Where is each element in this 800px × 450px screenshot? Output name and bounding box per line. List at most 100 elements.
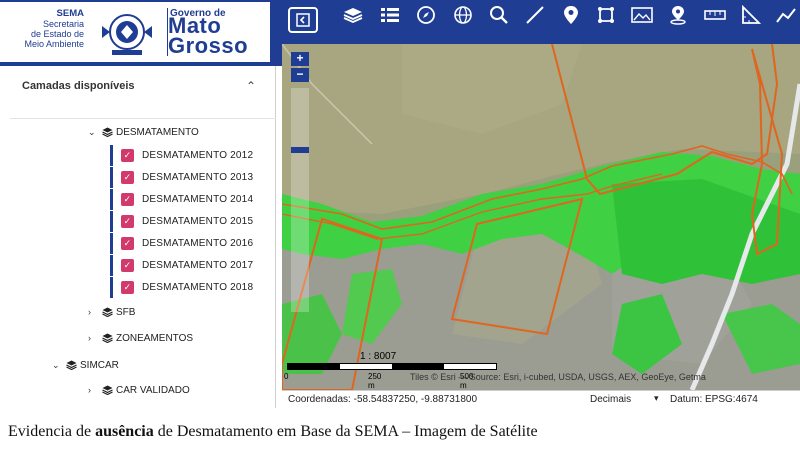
chevron-right-icon[interactable]: › bbox=[88, 385, 102, 395]
coordinates-value: -58.54837250, -9.88731800 bbox=[353, 394, 478, 405]
caret-down-icon[interactable]: ▾ bbox=[654, 393, 659, 404]
search-icon bbox=[490, 6, 508, 24]
place-marker-icon bbox=[670, 6, 686, 25]
ruler-button[interactable] bbox=[702, 0, 728, 30]
search-button[interactable] bbox=[486, 0, 512, 30]
governo-mato-grosso-logo: Governo de Mato Grosso bbox=[90, 2, 270, 62]
layer-item[interactable]: ✓ DESMATAMENTO 2018 bbox=[110, 277, 276, 298]
chart-icon bbox=[776, 8, 796, 23]
projection-select[interactable]: Decimais bbox=[590, 394, 631, 405]
scale-segment bbox=[288, 364, 340, 369]
draw-polygon-icon bbox=[598, 7, 614, 23]
layer-item[interactable]: ✓ DESMATAMENTO 2017 bbox=[110, 255, 276, 276]
sema-logo-line: Meio Ambiente bbox=[24, 39, 84, 49]
layers-icon bbox=[343, 8, 363, 23]
tree-group-label: ZONEAMENTOS bbox=[116, 332, 194, 344]
sema-logo-line: SEMA bbox=[56, 8, 84, 19]
measure-line-button[interactable] bbox=[522, 0, 548, 30]
chevron-down-icon[interactable]: ⌄ bbox=[88, 127, 102, 138]
ruler-icon bbox=[704, 10, 726, 20]
layer-item[interactable]: ✓ DESMATAMENTO 2015 bbox=[110, 211, 276, 232]
globe-icon bbox=[454, 6, 472, 24]
map-image-icon bbox=[631, 7, 653, 23]
angle-button[interactable] bbox=[738, 0, 764, 30]
sema-logo-line: Secretaria bbox=[42, 19, 84, 29]
chevron-down-icon[interactable]: ⌄ bbox=[52, 360, 66, 371]
coordinates-readout: Coordenadas: -58.54837250, -9.88731800 bbox=[288, 394, 477, 405]
layer-label: DESMATAMENTO 2013 bbox=[142, 172, 254, 183]
layer-item[interactable]: ✓ DESMATAMENTO 2013 bbox=[110, 167, 276, 188]
compass-button[interactable] bbox=[413, 0, 439, 30]
checkbox[interactable]: ✓ bbox=[121, 259, 134, 272]
logo-state-name: Mato Grosso bbox=[168, 15, 249, 58]
list-button[interactable] bbox=[377, 0, 403, 30]
draw-polygon-button[interactable] bbox=[593, 0, 619, 30]
figure-caption: Evidencia de ausência de Desmatamento em… bbox=[8, 423, 538, 441]
checkbox[interactable]: ✓ bbox=[121, 193, 134, 206]
layer-label: DESMATAMENTO 2018 bbox=[142, 282, 254, 293]
tree-group-simcar[interactable]: ⌄ SIMCAR bbox=[52, 356, 119, 374]
scale-tick: 250 m bbox=[368, 372, 382, 390]
measure-line-icon bbox=[526, 6, 544, 24]
location-pin-icon bbox=[564, 6, 578, 24]
satellite-map[interactable] bbox=[282, 44, 800, 390]
layers-icon bbox=[102, 306, 116, 318]
checkbox[interactable]: ✓ bbox=[121, 237, 134, 250]
scale-ratio: 1 : 8007 bbox=[360, 351, 397, 362]
layers-icon bbox=[102, 384, 116, 396]
location-pin-button[interactable] bbox=[558, 0, 584, 30]
zoom-controls: + − bbox=[291, 52, 309, 82]
map-attribution: Tiles © Esri — Source: Esri, i-cubed, US… bbox=[410, 372, 706, 382]
layer-item[interactable]: ✓ DESMATAMENTO 2016 bbox=[110, 233, 276, 254]
zoom-in-button[interactable]: + bbox=[291, 52, 309, 66]
sema-logo: SEMA Secretaria de Estado de Meio Ambien… bbox=[0, 2, 90, 62]
checkbox[interactable]: ✓ bbox=[121, 149, 134, 162]
chevron-up-icon[interactable]: ⌃ bbox=[246, 79, 256, 93]
angle-icon bbox=[742, 5, 761, 24]
zoom-out-button[interactable]: − bbox=[291, 68, 309, 82]
tree-group-sfb[interactable]: › SFB bbox=[88, 303, 135, 321]
layer-label: DESMATAMENTO 2015 bbox=[142, 216, 254, 227]
collapse-panel-icon bbox=[296, 13, 310, 27]
caption-part: Evidencia de bbox=[8, 423, 96, 440]
compass-icon bbox=[417, 6, 435, 24]
tree-group-label: CAR VALIDADO bbox=[116, 384, 190, 396]
tree-group-zoneamentos[interactable]: › ZONEAMENTOS bbox=[88, 329, 193, 347]
scale-bar bbox=[287, 363, 497, 370]
tree-group-desmatamento[interactable]: ⌄ DESMATAMENTO bbox=[88, 123, 199, 141]
tree-group-label: DESMATAMENTO bbox=[116, 126, 199, 138]
datum-label: Datum: EPSG:4674 bbox=[670, 394, 758, 405]
zoom-slider-handle[interactable] bbox=[291, 147, 309, 153]
chart-button[interactable] bbox=[773, 0, 799, 30]
panel-title: Camadas disponíveis bbox=[22, 80, 135, 92]
checkbox[interactable]: ✓ bbox=[121, 171, 134, 184]
layer-item[interactable]: ✓ DESMATAMENTO 2014 bbox=[110, 189, 276, 210]
map-image-button[interactable] bbox=[629, 0, 655, 30]
list-icon bbox=[381, 8, 399, 22]
chevron-right-icon[interactable]: › bbox=[88, 333, 102, 343]
zoom-slider-track[interactable] bbox=[291, 88, 309, 312]
caption-part: de Desmatamento em Base da SEMA – Imagem… bbox=[153, 423, 538, 440]
layer-label: DESMATAMENTO 2014 bbox=[142, 194, 254, 205]
status-bar: Coordenadas: -58.54837250, -9.88731800 D… bbox=[282, 390, 800, 408]
place-marker-button[interactable] bbox=[665, 0, 691, 30]
checkbox[interactable]: ✓ bbox=[121, 281, 134, 294]
scale-segment bbox=[392, 364, 444, 369]
coat-of-arms-icon bbox=[102, 14, 152, 55]
layers-button[interactable] bbox=[340, 0, 366, 30]
layer-label: DESMATAMENTO 2012 bbox=[142, 150, 254, 161]
checkbox[interactable]: ✓ bbox=[121, 215, 134, 228]
globe-button[interactable] bbox=[450, 0, 476, 30]
collapse-panel-button[interactable] bbox=[288, 7, 318, 33]
layers-icon bbox=[102, 126, 116, 138]
chevron-right-icon[interactable]: › bbox=[88, 307, 102, 317]
layer-label: DESMATAMENTO 2016 bbox=[142, 238, 254, 249]
layer-item[interactable]: ✓ DESMATAMENTO 2012 bbox=[110, 145, 276, 166]
satellite-imagery bbox=[282, 44, 800, 390]
logo-grosso: Grosso bbox=[168, 33, 249, 58]
tree-group-label: SIMCAR bbox=[80, 359, 119, 371]
sema-logo-line: de Estado de bbox=[30, 29, 84, 39]
panel-divider bbox=[10, 118, 276, 119]
tree-group-car-validado[interactable]: › CAR VALIDADO bbox=[88, 381, 190, 399]
layers-panel: Camadas disponíveis ⌃ ⌄ DESMATAMENTO ✓ DE… bbox=[10, 66, 276, 408]
